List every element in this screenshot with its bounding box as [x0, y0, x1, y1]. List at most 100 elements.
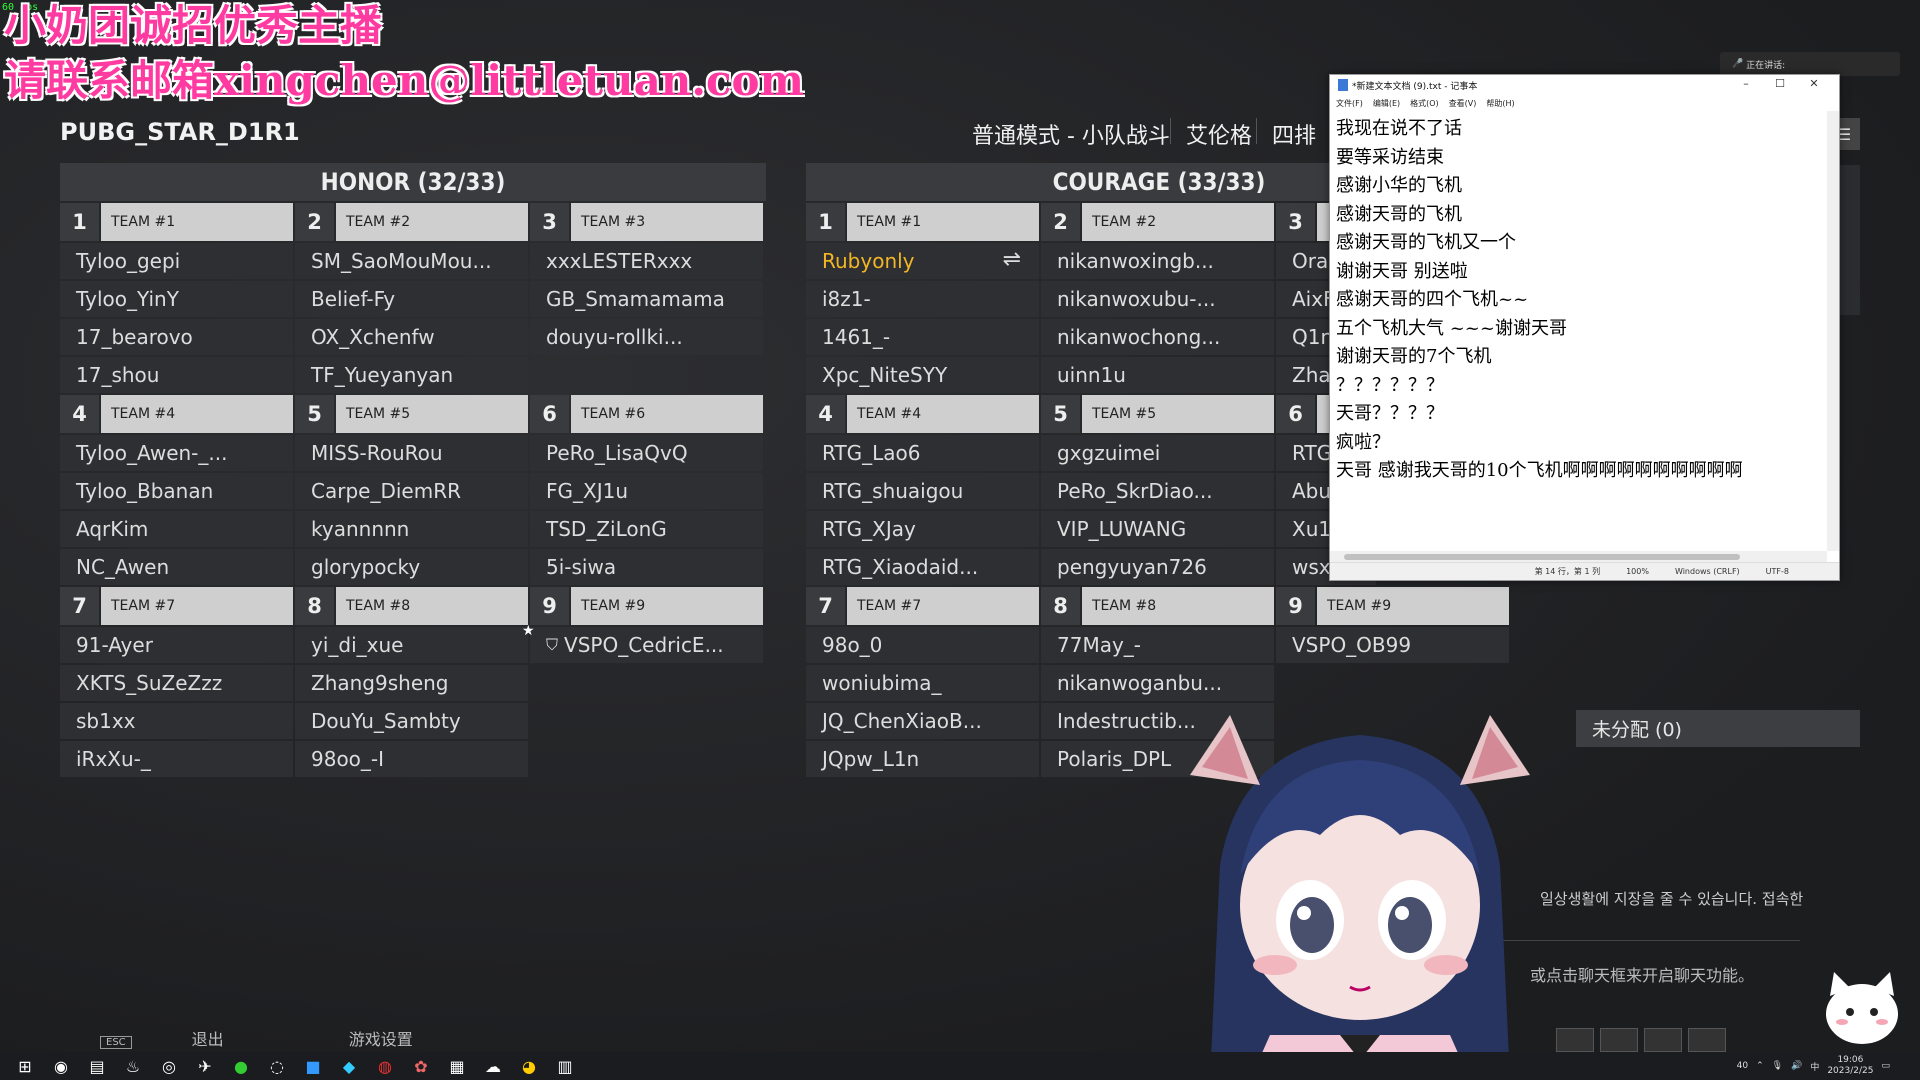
minimize-icon[interactable]: – [1729, 77, 1763, 90]
app-icon[interactable]: ✿ [410, 1055, 432, 1077]
notepad-taskbar-icon[interactable]: ▥ [554, 1055, 576, 1077]
notepad-text-area[interactable]: 我现在说不了话 要等采访结束 感谢小华的飞机 感谢天哥的飞机 感谢天哥的飞机又一个 谢谢天… [1336, 115, 1823, 514]
player-slot[interactable]: uinn1u [1041, 357, 1274, 393]
player-slot[interactable]: pengyuyan726 [1041, 549, 1274, 585]
vertical-scrollbar[interactable] [1827, 111, 1839, 551]
folder-icon[interactable]: ▤ [86, 1055, 108, 1077]
player-slot[interactable]: glorypocky [295, 549, 528, 585]
player-slot[interactable]: Rubyonly ⇌ [806, 243, 1039, 279]
team-header[interactable]: 9 TEAM #9 [530, 587, 763, 625]
menu-item[interactable]: 编辑(E) [1373, 98, 1400, 109]
player-slot[interactable]: ★ ⛉ VSPO_CedricE... [522, 623, 763, 663]
wechat-icon[interactable]: ● [230, 1055, 252, 1077]
team-header[interactable]: 4 TEAM #4 [60, 395, 293, 433]
player-slot[interactable]: 1461_- [806, 319, 1039, 355]
maximize-icon[interactable]: ☐ [1763, 77, 1797, 90]
player-slot[interactable]: JQpw_L1n [806, 741, 1039, 777]
swap-icon[interactable]: ⇌ [1003, 247, 1021, 272]
ime-indicator[interactable]: 中 [1810, 1060, 1819, 1073]
steam-icon[interactable]: ♨ [122, 1055, 144, 1077]
menu-item[interactable]: 查看(V) [1449, 98, 1477, 109]
player-slot[interactable]: nikanwoxubu-... [1041, 281, 1274, 317]
team-header[interactable]: 2 TEAM #2 [1041, 203, 1274, 241]
chevron-up-icon[interactable]: ⌃ [1756, 1061, 1764, 1071]
player-slot[interactable]: TSD_ZiLonG [530, 511, 763, 547]
player-slot[interactable]: i8z1- [806, 281, 1039, 317]
player-slot[interactable]: Carpe_DiemRR [295, 473, 528, 509]
thumbnail[interactable] [1644, 1028, 1682, 1052]
team-header[interactable]: 8 TEAM #8 [295, 587, 528, 625]
app-icon[interactable]: ■ [302, 1055, 324, 1077]
notepad-window[interactable]: *新建文本文档 (9).txt - 记事本 – ☐ ✕ 文件(F) 编辑(E) 格式… [1329, 74, 1840, 581]
player-slot[interactable]: 5i-siwa [530, 549, 763, 585]
player-slot[interactable]: MISS-RouRou [295, 435, 528, 471]
app-icon[interactable]: ◌ [266, 1055, 288, 1077]
player-slot[interactable]: SM_SaoMouMou... [295, 243, 528, 279]
app-icon[interactable]: ▦ [446, 1055, 468, 1077]
microphone-icon[interactable]: 🎙 [1772, 1061, 1783, 1071]
player-slot[interactable]: DouYu_Sambty [295, 703, 528, 739]
windows-start-icon[interactable]: ⊞ [14, 1055, 36, 1077]
player-slot[interactable]: 17_shou [60, 357, 293, 393]
player-slot[interactable]: AqrKim [60, 511, 293, 547]
player-slot[interactable]: VIP_LUWANG [1041, 511, 1274, 547]
player-slot[interactable]: PeRo_SkrDiao... [1041, 473, 1274, 509]
player-slot[interactable]: nikanwoganbu... [1041, 665, 1274, 701]
menu-item[interactable]: 帮助(H) [1486, 98, 1514, 109]
speaker-icon[interactable]: 🔊 [1791, 1061, 1802, 1071]
thumbnail[interactable] [1688, 1028, 1726, 1052]
exit-button[interactable]: ESC 退出 [100, 1030, 284, 1049]
player-slot[interactable]: iRxXu-_ [60, 741, 293, 777]
close-icon[interactable]: ✕ [1797, 77, 1831, 90]
notepad-titlebar[interactable]: *新建文本文档 (9).txt - 记事本 – ☐ ✕ [1330, 75, 1839, 95]
player-slot[interactable]: xxxLESTERxxx [530, 243, 763, 279]
player-slot[interactable]: OX_Xchenfw [295, 319, 528, 355]
player-slot[interactable]: GB_Smamamama [530, 281, 763, 317]
player-slot[interactable]: Tyloo_YinY [60, 281, 293, 317]
player-slot[interactable]: JQ_ChenXiaoB... [806, 703, 1039, 739]
player-slot[interactable]: Zhang9sheng [295, 665, 528, 701]
app-icon[interactable]: ☁ [482, 1055, 504, 1077]
app-icon[interactable]: ◆ [338, 1055, 360, 1077]
team-header[interactable]: 1 TEAM #1 [806, 203, 1039, 241]
notification-icon[interactable]: ▭ [1881, 1061, 1890, 1071]
player-slot[interactable]: NC_Awen [60, 549, 293, 585]
player-slot[interactable]: douyu-rollki... [530, 319, 763, 355]
player-slot[interactable]: VSPO_OB99 [1276, 627, 1509, 663]
team-header[interactable]: 7 TEAM #7 [806, 587, 1039, 625]
netease-icon[interactable]: ◍ [374, 1055, 396, 1077]
team-header[interactable]: 7 TEAM #7 [60, 587, 293, 625]
player-slot[interactable]: TF_Yueyanyan [295, 357, 528, 393]
player-slot[interactable]: RTG_Xiaodaid... [806, 549, 1039, 585]
app-icon[interactable]: ◎ [158, 1055, 180, 1077]
team-header[interactable]: 2 TEAM #2 [295, 203, 528, 241]
unassigned-button[interactable]: 未分配 (0) [1576, 710, 1860, 747]
game-settings-button[interactable]: 游戏设置 [349, 1030, 413, 1049]
app-icon[interactable]: ✈ [194, 1055, 216, 1077]
team-header[interactable]: 1 TEAM #1 [60, 203, 293, 241]
player-slot[interactable]: RTG_shuaigou [806, 473, 1039, 509]
player-slot[interactable]: 98o_0 [806, 627, 1039, 663]
player-slot[interactable]: Belief-Fy [295, 281, 528, 317]
team-header[interactable]: 9 TEAM #9 [1276, 587, 1509, 625]
player-slot[interactable]: 77May_- [1041, 627, 1274, 663]
menu-item[interactable]: 格式(O) [1410, 98, 1439, 109]
player-slot[interactable]: woniubima_ [806, 665, 1039, 701]
player-slot[interactable]: 91-Ayer [60, 627, 293, 663]
player-slot[interactable]: nikanwoxingb... [1041, 243, 1274, 279]
clock[interactable]: 19:06 2023/2/25 [1827, 1055, 1873, 1077]
player-slot[interactable]: sb1xx [60, 703, 293, 739]
player-slot[interactable]: PeRo_LisaQvQ [530, 435, 763, 471]
browser-icon[interactable]: ◉ [50, 1055, 72, 1077]
player-slot[interactable]: nikanwochong... [1041, 319, 1274, 355]
scrollbar-thumb[interactable] [1344, 554, 1740, 560]
player-slot[interactable]: gxgzuimei [1041, 435, 1274, 471]
player-slot[interactable]: kyannnnn [295, 511, 528, 547]
player-slot[interactable]: Xpc_NiteSYY [806, 357, 1039, 393]
team-header[interactable]: 6 TEAM #6 [530, 395, 763, 433]
app-icon[interactable]: ◕ [518, 1055, 540, 1077]
player-slot[interactable]: Tyloo_Awen-_... [60, 435, 293, 471]
player-slot[interactable]: 98oo_-I [295, 741, 528, 777]
team-header[interactable]: 3 TEAM #3 [530, 203, 763, 241]
team-header[interactable]: 4 TEAM #4 [806, 395, 1039, 433]
